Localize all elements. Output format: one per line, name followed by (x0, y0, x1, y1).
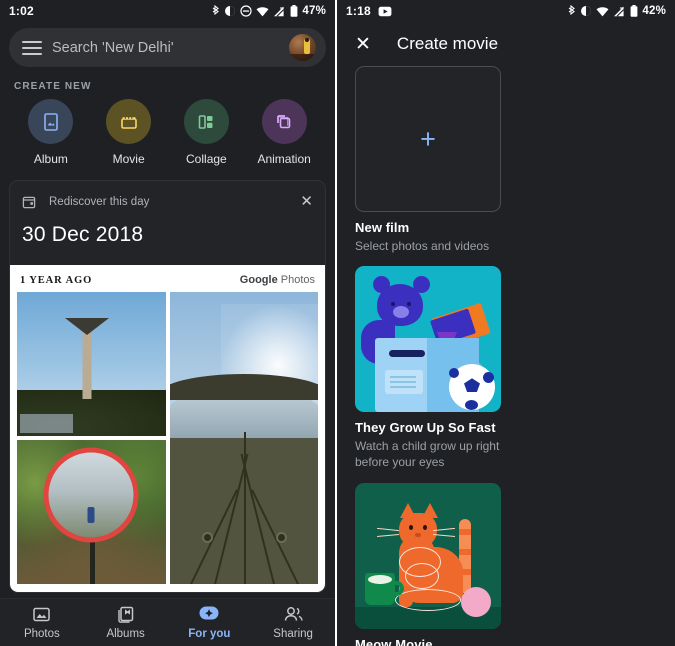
rediscover-title: Rediscover this day (49, 195, 150, 208)
close-icon[interactable]: ✕ (355, 35, 371, 54)
albums-icon[interactable] (116, 605, 135, 624)
movie-subtitle: Watch a child grow up right before your … (355, 439, 500, 470)
memory-photo-grid (17, 292, 318, 584)
bluetooth-icon (211, 5, 220, 17)
sharing-people-icon[interactable] (283, 605, 304, 624)
google-photos-brand: Google Photos (239, 274, 315, 286)
photo-dome-roof-sky[interactable] (169, 292, 318, 584)
nav-label: For you (188, 628, 231, 640)
memory-ago-label: 1 YEAR AGO (20, 275, 93, 286)
memory-header: 1 YEAR AGO Google Photos (17, 272, 318, 292)
movie-subtitle: Select photos and videos (355, 239, 490, 253)
add-new-film-placeholder[interactable]: + (355, 66, 501, 212)
rediscover-date: 30 Dec 2018 (22, 223, 144, 246)
plus-icon[interactable]: + (420, 125, 436, 153)
create-new-label: CREATE NEW (14, 81, 92, 92)
clapperboard-icon[interactable] (106, 99, 152, 144)
bluetooth-icon (567, 5, 576, 17)
nav-item-photos[interactable]: Photos (0, 605, 84, 640)
status-icons-group: R 42% (567, 5, 666, 17)
status-time: 1:02 (9, 4, 34, 18)
create-item-label: Animation (257, 152, 311, 166)
create-item-movie[interactable]: Movie (95, 99, 163, 166)
battery-icon (630, 5, 638, 17)
create-item-label: Movie (112, 152, 145, 166)
battery-percent: 42% (642, 5, 666, 17)
status-time: 1:18 (346, 4, 371, 18)
left-phone-screenshot: 1:02 R 47% Search 'New Delhi' CREATE NEW… (0, 0, 337, 646)
nav-item-albums[interactable]: Albums (84, 605, 168, 640)
memory-col-left (17, 292, 166, 584)
collage-grid-icon[interactable] (183, 99, 229, 144)
right-phone-screenshot: 1:18 R 42% ✕ Create movie + New film Sel… (337, 0, 675, 646)
cellular-signal-roaming-icon: R (613, 6, 626, 17)
create-item-label: Collage (186, 152, 227, 166)
memory-panel[interactable]: 1 YEAR AGO Google Photos (10, 265, 325, 592)
nav-label: Photos (23, 628, 60, 640)
nav-item-for-you[interactable]: For you (168, 605, 252, 640)
calendar-icon (22, 195, 36, 209)
wifi-icon (256, 6, 269, 17)
wifi-icon (596, 6, 609, 17)
battery-percent: 47% (302, 5, 326, 17)
illustration-orange-cat-with-yarn-and-mug[interactable] (355, 482, 501, 629)
bottom-navigation: Photos Albums For you Sharing (0, 598, 335, 646)
stacked-frames-icon[interactable] (261, 99, 307, 144)
create-item-animation[interactable]: Animation (250, 99, 318, 166)
cellular-signal-roaming-icon: R (273, 6, 286, 17)
photo-tower-against-sky[interactable] (17, 292, 166, 436)
rediscover-card-header: Rediscover this day ✕ (10, 181, 325, 209)
right-status-bar: 1:18 R 42% (337, 0, 675, 22)
create-item-album[interactable]: Album (17, 99, 85, 166)
nav-label: Albums (106, 628, 145, 640)
movie-template-grid: + New film Select photos and videos They… (337, 66, 675, 646)
illustration-teddy-bear-toys-bag-soccer-ball[interactable] (355, 266, 501, 413)
search-input[interactable]: Search 'New Delhi' (52, 40, 289, 56)
page-title: Create movie (396, 34, 499, 53)
create-item-collage[interactable]: Collage (172, 99, 240, 166)
movie-title: They Grow Up So Fast (355, 420, 496, 436)
nav-item-sharing[interactable]: Sharing (251, 605, 335, 640)
create-item-label: Album (33, 152, 68, 166)
movie-card-new-film[interactable]: + New film Select photos and videos (355, 66, 501, 254)
close-icon[interactable]: ✕ (300, 194, 313, 209)
do-not-disturb-icon (240, 5, 252, 17)
search-bar[interactable]: Search 'New Delhi' (9, 28, 326, 67)
status-icons-group: R 47% (211, 5, 326, 17)
photo-book-icon[interactable] (28, 99, 74, 144)
battery-icon (290, 5, 298, 17)
movie-title: New film (355, 220, 410, 235)
photos-icon[interactable] (32, 605, 51, 624)
rediscover-card[interactable]: Rediscover this day ✕ 30 Dec 2018 1 YEAR… (9, 180, 326, 593)
create-new-row: Album Movie Collage Animation (0, 99, 335, 166)
svg-text:R: R (621, 6, 624, 10)
for-you-sparkle-icon[interactable] (197, 605, 221, 624)
movie-title: Meow Movie (355, 636, 433, 646)
memory-col-right (169, 292, 318, 584)
left-status-bar: 1:02 R 47% (0, 0, 335, 22)
vibrate-icon (224, 5, 236, 17)
hamburger-menu-icon[interactable] (22, 40, 42, 55)
create-movie-app-bar: ✕ Create movie (337, 22, 675, 66)
youtube-icon (378, 6, 392, 17)
movie-card-they-grow-up-so-fast[interactable]: They Grow Up So Fast Watch a child grow … (355, 266, 501, 470)
vibrate-icon (580, 5, 592, 17)
movie-card-meow-movie[interactable]: Meow Movie The Internet needs more cat v… (355, 482, 501, 646)
nav-label: Sharing (273, 628, 313, 640)
notification-icons (378, 6, 392, 17)
dual-screenshot-stage: 1:02 R 47% Search 'New Delhi' CREATE NEW… (0, 0, 675, 646)
svg-text:R: R (281, 6, 284, 10)
avatar[interactable] (289, 34, 316, 61)
photo-convex-traffic-mirror[interactable] (17, 440, 166, 584)
